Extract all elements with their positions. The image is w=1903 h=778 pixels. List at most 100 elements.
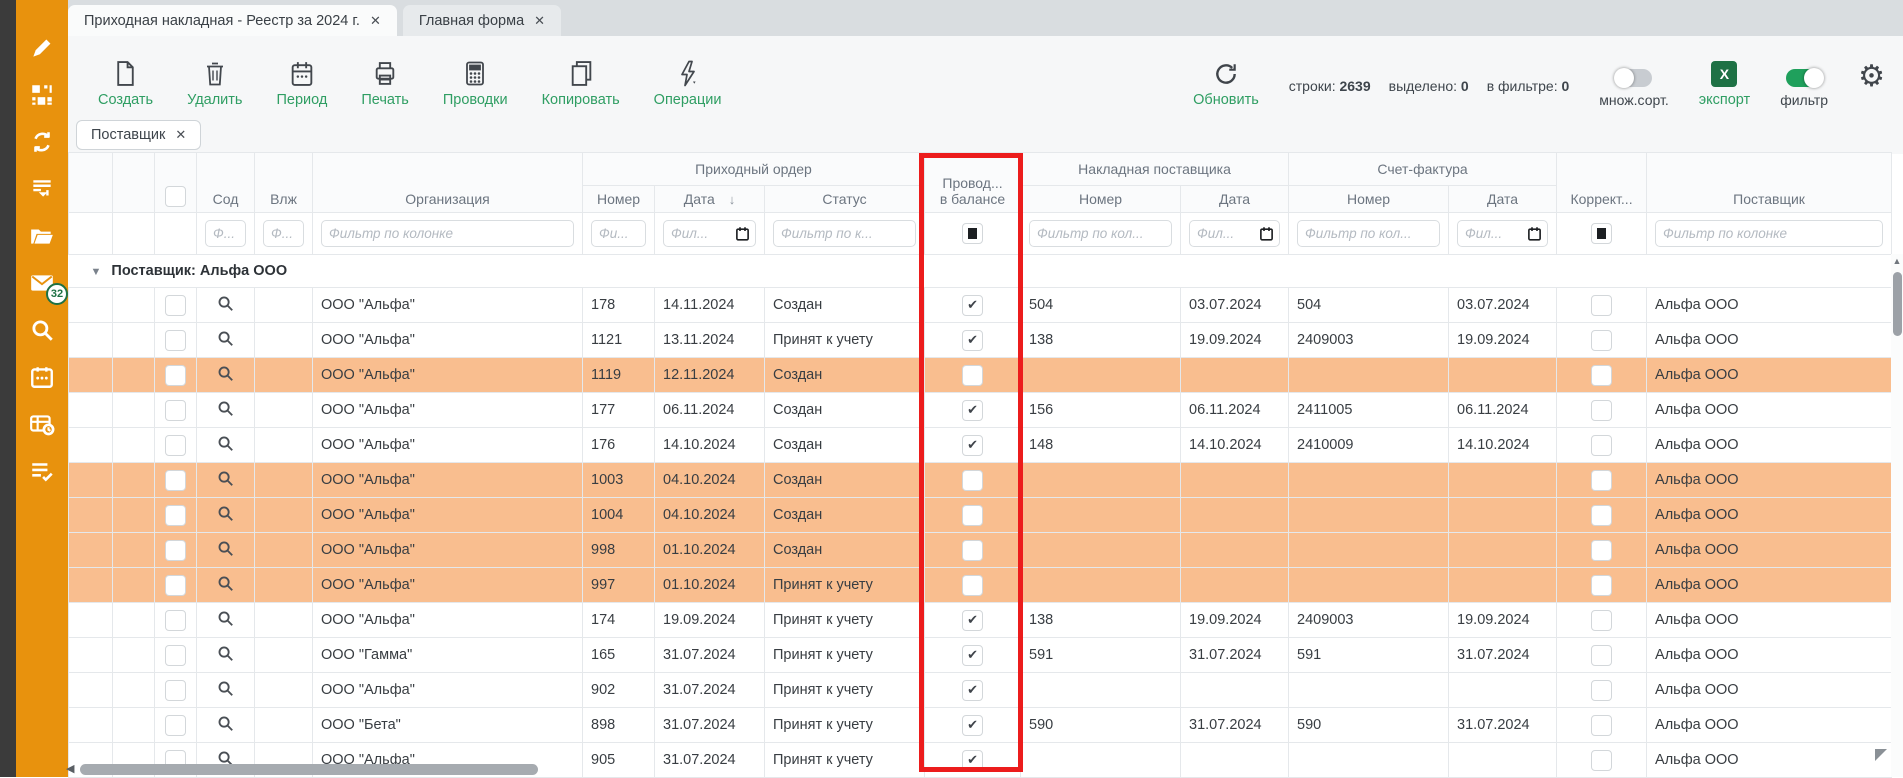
row-select-cell[interactable]	[155, 498, 197, 533]
cell-posted[interactable]: ✔	[925, 288, 1021, 323]
magnifier-icon[interactable]	[217, 330, 234, 347]
korrekt-checkbox[interactable]	[1591, 330, 1612, 351]
row-select-cell[interactable]	[155, 708, 197, 743]
col-vlj[interactable]: Влж	[255, 153, 313, 213]
col-sod[interactable]: Сод	[197, 153, 255, 213]
filter-input[interactable]	[1297, 220, 1440, 247]
filter-input[interactable]	[263, 220, 304, 247]
row-select-cell[interactable]	[155, 638, 197, 673]
korrekt-checkbox[interactable]	[1591, 295, 1612, 316]
row-select-cell[interactable]	[155, 533, 197, 568]
tab-close-icon[interactable]: ✕	[534, 13, 545, 29]
cell-korrekt[interactable]	[1557, 393, 1647, 428]
col-inv-date[interactable]: Дата	[1181, 186, 1289, 213]
copy-button[interactable]: Копировать	[542, 60, 620, 108]
collapse-icon[interactable]: ▼	[91, 266, 102, 278]
group-row[interactable]: ▼Поставщик: Альфа ООО	[69, 255, 1892, 288]
col-order-status[interactable]: Статус	[765, 186, 925, 213]
create-button[interactable]: Создать	[98, 60, 153, 108]
magnifier-icon[interactable]	[217, 645, 234, 662]
filter-sf-date[interactable]	[1449, 213, 1557, 255]
vertical-scroll-thumb[interactable]	[1893, 272, 1902, 336]
magnifier-icon[interactable]	[217, 400, 234, 417]
scroll-left-icon[interactable]: ◀	[66, 762, 74, 775]
table-row[interactable]: ООО "Гамма"16531.07.2024Принят к учету✔5…	[69, 638, 1892, 673]
row-select-cell[interactable]	[155, 358, 197, 393]
cell-korrekt[interactable]	[1557, 358, 1647, 393]
filter-chip-supplier[interactable]: Поставщик ✕	[76, 120, 201, 150]
filter-inv-date[interactable]	[1181, 213, 1289, 255]
posted-checkbox[interactable]: ✔	[962, 295, 983, 316]
magnifier-icon[interactable]	[217, 610, 234, 627]
folder-icon[interactable]	[28, 222, 56, 250]
posted-checkbox[interactable]: ✔	[962, 750, 983, 771]
magnifier-icon[interactable]	[217, 435, 234, 452]
posted-checkbox[interactable]	[962, 575, 983, 596]
posted-checkbox[interactable]: ✔	[962, 680, 983, 701]
table-row[interactable]: ООО "Альфа"17614.10.2024Создан✔14814.10.…	[69, 428, 1892, 463]
col-order-num[interactable]: Номер	[583, 186, 655, 213]
magnifier-icon[interactable]	[217, 505, 234, 522]
postings-button[interactable]: Проводки	[443, 60, 508, 108]
cell-posted[interactable]	[925, 358, 1021, 393]
cell-sod[interactable]	[197, 708, 255, 743]
calendar-icon[interactable]	[28, 363, 56, 391]
table-row[interactable]: ООО "Альфа"17706.11.2024Создан✔15606.11.…	[69, 393, 1892, 428]
row-checkbox[interactable]	[165, 610, 186, 631]
korrekt-checkbox[interactable]	[1591, 645, 1612, 666]
filter-input[interactable]	[1457, 220, 1548, 247]
gear-icon[interactable]: ⚙	[1858, 62, 1885, 108]
table-row[interactable]: ООО "Альфа"111912.11.2024СозданАльфа ООО	[69, 358, 1892, 393]
row-checkbox[interactable]	[165, 645, 186, 666]
table-row[interactable]: ООО "Альфа"99701.10.2024Принят к учетуАл…	[69, 568, 1892, 603]
posted-checkbox[interactable]	[962, 540, 983, 561]
filter-sf-num[interactable]	[1289, 213, 1449, 255]
table-row[interactable]: ООО "Альфа"17814.11.2024Создан✔50403.07.…	[69, 288, 1892, 323]
posted-checkbox[interactable]	[962, 470, 983, 491]
magnifier-icon[interactable]	[217, 540, 234, 557]
toggle-off-icon[interactable]	[1616, 69, 1652, 87]
tasks-icon[interactable]	[28, 457, 56, 485]
report-icon[interactable]	[28, 410, 56, 438]
col-supplier[interactable]: Поставщик	[1647, 153, 1892, 213]
excel-icon[interactable]: X	[1711, 61, 1737, 87]
indeterminate-checkbox[interactable]	[962, 223, 983, 244]
filter-input[interactable]	[1189, 220, 1280, 247]
filter-vlj[interactable]	[255, 213, 313, 255]
print-button[interactable]: Печать	[361, 60, 409, 108]
filter-date[interactable]	[655, 213, 765, 255]
table-row[interactable]: ООО "Альфа"112113.11.2024Принят к учету✔…	[69, 323, 1892, 358]
period-button[interactable]: Период	[276, 60, 327, 108]
mail-icon[interactable]: 32	[28, 269, 56, 297]
delete-button[interactable]: Удалить	[187, 60, 242, 108]
cell-posted[interactable]: ✔	[925, 743, 1021, 778]
tab-close-icon[interactable]: ✕	[370, 13, 381, 29]
row-select-cell[interactable]	[155, 323, 197, 358]
filter-input[interactable]	[205, 220, 246, 247]
korrekt-checkbox[interactable]	[1591, 575, 1612, 596]
cell-korrekt[interactable]	[1557, 673, 1647, 708]
row-select-cell[interactable]	[155, 288, 197, 323]
cell-posted[interactable]	[925, 498, 1021, 533]
cell-posted[interactable]: ✔	[925, 638, 1021, 673]
filter-supplier[interactable]	[1647, 213, 1892, 255]
filter-sod[interactable]	[197, 213, 255, 255]
posted-checkbox[interactable]: ✔	[962, 400, 983, 421]
row-checkbox[interactable]	[165, 330, 186, 351]
magnifier-icon[interactable]	[217, 365, 234, 382]
filter-num[interactable]	[583, 213, 655, 255]
row-checkbox[interactable]	[165, 575, 186, 596]
sort-desc-icon[interactable]: ↓	[729, 192, 736, 207]
col-order-date[interactable]: Дата↓	[655, 186, 765, 213]
toggle-on-icon[interactable]	[1786, 69, 1822, 87]
cell-korrekt[interactable]	[1557, 568, 1647, 603]
korrekt-checkbox[interactable]	[1591, 400, 1612, 421]
posted-checkbox[interactable]: ✔	[962, 435, 983, 456]
row-checkbox[interactable]	[165, 680, 186, 701]
row-checkbox[interactable]	[165, 505, 186, 526]
table-row[interactable]: ООО "Альфа"100404.10.2024СозданАльфа ООО	[69, 498, 1892, 533]
row-select-cell[interactable]	[155, 603, 197, 638]
col-sf-num[interactable]: Номер	[1289, 186, 1449, 213]
row-checkbox[interactable]	[165, 470, 186, 491]
export-button[interactable]: X экспорт	[1699, 61, 1750, 108]
